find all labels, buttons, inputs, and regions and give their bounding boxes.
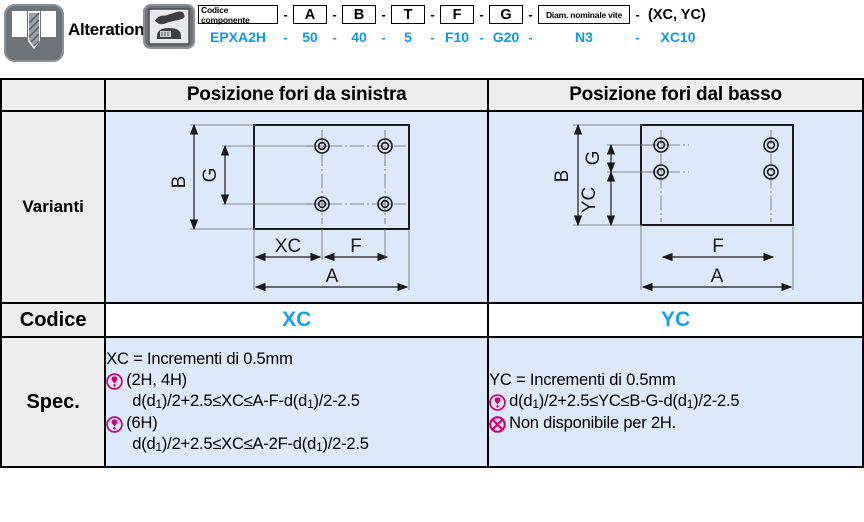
spec-line: d(d1)/2+2.5≤XC≤A-2F-d(d1)/2-2.5 <box>106 434 487 455</box>
svg-text:A: A <box>711 266 724 287</box>
spec-line: YC = Incrementi di 0.5mm <box>489 370 862 391</box>
table-row-varianti: Varianti B G XC F A B G YC F A <box>0 110 864 304</box>
field-label-xc-yc: (XC, YC) <box>648 6 706 23</box>
svg-text:F: F <box>350 236 362 257</box>
field-label-f: F <box>440 5 474 24</box>
field-label-g: G <box>489 5 523 24</box>
field-value-xc: XC10 <box>660 29 696 45</box>
svg-text:G: G <box>583 151 604 166</box>
spec-line: (6H) <box>106 413 487 434</box>
spec-text-right: YC = Incrementi di 0.5mm d(d1)/2+2.5≤YC≤… <box>487 336 864 468</box>
separator: - <box>635 29 640 45</box>
field-value-diam-nominale-vite: N3 <box>575 29 593 45</box>
separator: - <box>381 29 386 45</box>
spec-line-text: XC = Incrementi di 0.5mm <box>106 350 293 369</box>
column-header-right: Posizione fori dal basso <box>487 78 864 112</box>
part-number-builder: Codice componente - A - B - T - F - G - … <box>198 3 711 48</box>
svg-text:G: G <box>200 168 221 183</box>
telephone-icon <box>143 4 195 49</box>
field-value-codice-componente: EPXA2H <box>209 29 267 45</box>
part-number-labels: Codice componente - A - B - T - F - G - … <box>198 3 711 26</box>
separator: - <box>430 29 435 45</box>
separator: - <box>283 29 288 45</box>
spec-text-left: XC = Incrementi di 0.5mm (2H, 4H) d(d1)/… <box>104 336 490 468</box>
spec-line-text: Non disponibile per 2H. <box>509 413 677 432</box>
not-available-icon <box>489 415 506 433</box>
field-value-f: F10 <box>444 29 470 45</box>
row-label-varianti: Varianti <box>0 110 107 304</box>
warning-icon <box>106 415 123 433</box>
separator: - <box>479 7 484 22</box>
svg-text:F: F <box>712 236 724 257</box>
field-label-a: A <box>293 5 327 24</box>
spec-line-text: (6H) <box>126 413 158 432</box>
spec-line: (2H, 4H) <box>106 370 487 391</box>
separator: - <box>430 7 435 22</box>
spec-line-text: YC = Incrementi di 0.5mm <box>489 371 676 390</box>
separator: - <box>332 29 337 45</box>
separator: - <box>283 7 288 22</box>
field-label-diam-nominale-vite: Diam. nominale vite <box>538 5 630 24</box>
alterations-label: Alterations <box>68 20 154 39</box>
diagram-right-hole-position: B G YC F A <box>487 110 864 304</box>
svg-text:B: B <box>552 170 573 183</box>
spec-line-text: d(d1)/2+2.5≤XC≤A-2F-d(d1)/2-2.5 <box>132 434 369 454</box>
spec-line: d(d1)/2+2.5≤XC≤A-F-d(d1)/2-2.5 <box>106 391 487 412</box>
svg-text:A: A <box>326 266 339 287</box>
field-label-t: T <box>391 5 425 24</box>
separator: - <box>528 7 533 22</box>
codice-value-left: XC <box>104 302 490 338</box>
spec-line: XC = Incrementi di 0.5mm <box>106 349 487 370</box>
table-header-row: Posizione fori da sinistra Posizione for… <box>0 78 864 112</box>
spec-line-text: d(d1)/2+2.5≤YC≤B-G-d(d1)/2-2.5 <box>509 392 740 412</box>
alterations-spec-sheet: Alterations Codice componente - A - B - … <box>0 0 864 522</box>
corner-cell <box>0 78 107 112</box>
row-label-codice: Codice <box>0 302 107 338</box>
separator: - <box>528 29 533 45</box>
spec-line-text: d(d1)/2+2.5≤XC≤A-F-d(d1)/2-2.5 <box>132 392 360 412</box>
svg-text:XC: XC <box>275 236 301 257</box>
warning-icon <box>106 373 123 390</box>
separator: - <box>635 7 640 22</box>
svg-text:YC: YC <box>579 187 600 213</box>
drill-chamfer-icon <box>4 4 64 62</box>
separator: - <box>479 29 484 45</box>
separator: - <box>381 7 386 22</box>
spec-line: d(d1)/2+2.5≤YC≤B-G-d(d1)/2-2.5 <box>489 391 862 412</box>
field-label-b: B <box>342 5 376 24</box>
diagram-left-hole-position: B G XC F A <box>104 110 490 304</box>
row-label-spec: Spec. <box>0 336 107 468</box>
spec-line-text: (2H, 4H) <box>126 371 187 390</box>
field-value-b: 40 <box>351 29 367 45</box>
codice-value-right: YC <box>487 302 864 338</box>
header-bar: Alterations Codice componente - A - B - … <box>0 0 864 68</box>
variants-table: Posizione fori da sinistra Posizione for… <box>0 78 864 468</box>
field-value-g: G20 <box>492 29 520 45</box>
svg-text:B: B <box>169 176 190 189</box>
warning-icon <box>489 394 506 412</box>
table-row-spec: Spec. XC = Incrementi di 0.5mm (2H, 4H) … <box>0 336 864 468</box>
field-value-a: 50 <box>302 29 318 45</box>
part-number-values: EPXA2H - 50 - 40 - 5 - F10 - G20 - N3 - … <box>198 26 711 48</box>
table-row-codice: Codice XC YC <box>0 302 864 338</box>
field-label-codice-componente: Codice componente <box>198 5 278 25</box>
separator: - <box>332 7 337 22</box>
column-header-left: Posizione fori da sinistra <box>104 78 490 112</box>
spec-line: Non disponibile per 2H. <box>489 413 862 434</box>
field-value-t: 5 <box>404 29 412 45</box>
